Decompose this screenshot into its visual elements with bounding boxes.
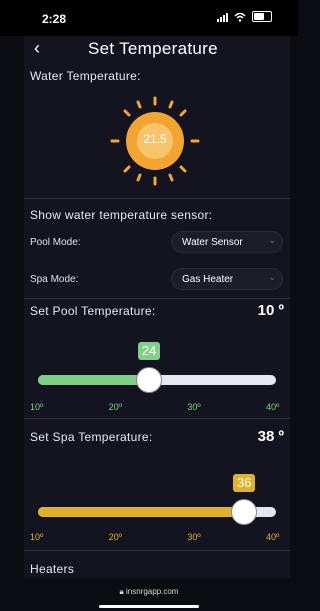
status-bar: 2:28 — [0, 0, 298, 36]
pool-slider-fill — [38, 375, 150, 385]
slider-tick-label: 10º — [30, 532, 44, 542]
url-bar[interactable]: 🔒︎ insnrgapp.com — [0, 587, 298, 597]
header: ‹ Set Temperature — [24, 36, 290, 66]
slider-tick-label: 40º — [266, 532, 280, 542]
signal-icon — [217, 12, 228, 22]
page-title: Set Temperature — [88, 39, 218, 58]
water-temperature-label: Water Temperature: — [30, 69, 141, 83]
slider-tick-label: 10º — [30, 402, 44, 412]
status-icons — [217, 11, 272, 22]
pool-slider-bubble: 24 — [138, 342, 161, 360]
divider — [24, 418, 290, 419]
spa-slider-fill — [38, 507, 245, 517]
app-view: ‹ Set Temperature Water Temperature: 21.… — [24, 36, 290, 578]
water-temperature-value: 21.5 — [143, 132, 167, 146]
pool-mode-value: Water Sensor — [182, 236, 243, 248]
spa-temperature-value: 38 º — [257, 428, 284, 445]
slider-tick-label: 20º — [108, 402, 122, 412]
sensor-heading: Show water temperature sensor: — [30, 208, 213, 222]
battery-icon — [252, 11, 272, 22]
spa-slider-handle[interactable] — [231, 499, 258, 525]
home-indicator — [99, 605, 199, 608]
divider — [24, 298, 290, 299]
spa-temperature-slider[interactable]: 36 — [38, 466, 276, 540]
slider-tick-label: 20º — [108, 532, 122, 542]
pool-temperature-label: Set Pool Temperature: — [30, 304, 156, 318]
spa-mode-label: Spa Mode: — [30, 274, 79, 285]
pool-mode-label: Pool Mode: — [30, 237, 81, 248]
spa-slider-ticks: 10º 20º 30º 40º — [30, 532, 284, 544]
phone-screen: 2:28 ‹ Set Temperature Water Temperature… — [0, 0, 298, 611]
slider-tick-label: 30º — [187, 532, 201, 542]
pool-temperature-value: 10 º — [257, 302, 284, 319]
lock-icon: 🔒︎ — [119, 587, 124, 596]
divider — [24, 198, 290, 199]
heaters-label: Heaters — [30, 562, 75, 576]
browser-bar: 🔒︎ insnrgapp.com — [0, 578, 298, 611]
chevron-down-icon: ⌄ — [268, 235, 276, 245]
spa-temperature-label: Set Spa Temperature: — [30, 430, 153, 444]
spa-mode-value: Gas Heater — [182, 273, 234, 285]
slider-tick-label: 30º — [187, 402, 201, 412]
pool-mode-select[interactable]: Water Sensor ⌄ — [171, 231, 283, 253]
wifi-icon — [234, 12, 246, 22]
chevron-down-icon: ⌄ — [268, 272, 276, 282]
spa-slider-bubble: 36 — [233, 474, 256, 492]
spa-mode-select[interactable]: Gas Heater ⌄ — [171, 268, 283, 290]
url-text: insnrgapp.com — [126, 587, 179, 596]
pool-temperature-slider[interactable]: 24 — [38, 334, 276, 408]
chevron-left-icon[interactable]: ‹ — [34, 38, 40, 59]
pool-slider-handle[interactable] — [136, 367, 163, 393]
divider — [24, 550, 290, 551]
slider-tick-label: 40º — [266, 402, 280, 412]
status-time: 2:28 — [42, 12, 67, 26]
pool-slider-ticks: 10º 20º 30º 40º — [30, 402, 284, 414]
